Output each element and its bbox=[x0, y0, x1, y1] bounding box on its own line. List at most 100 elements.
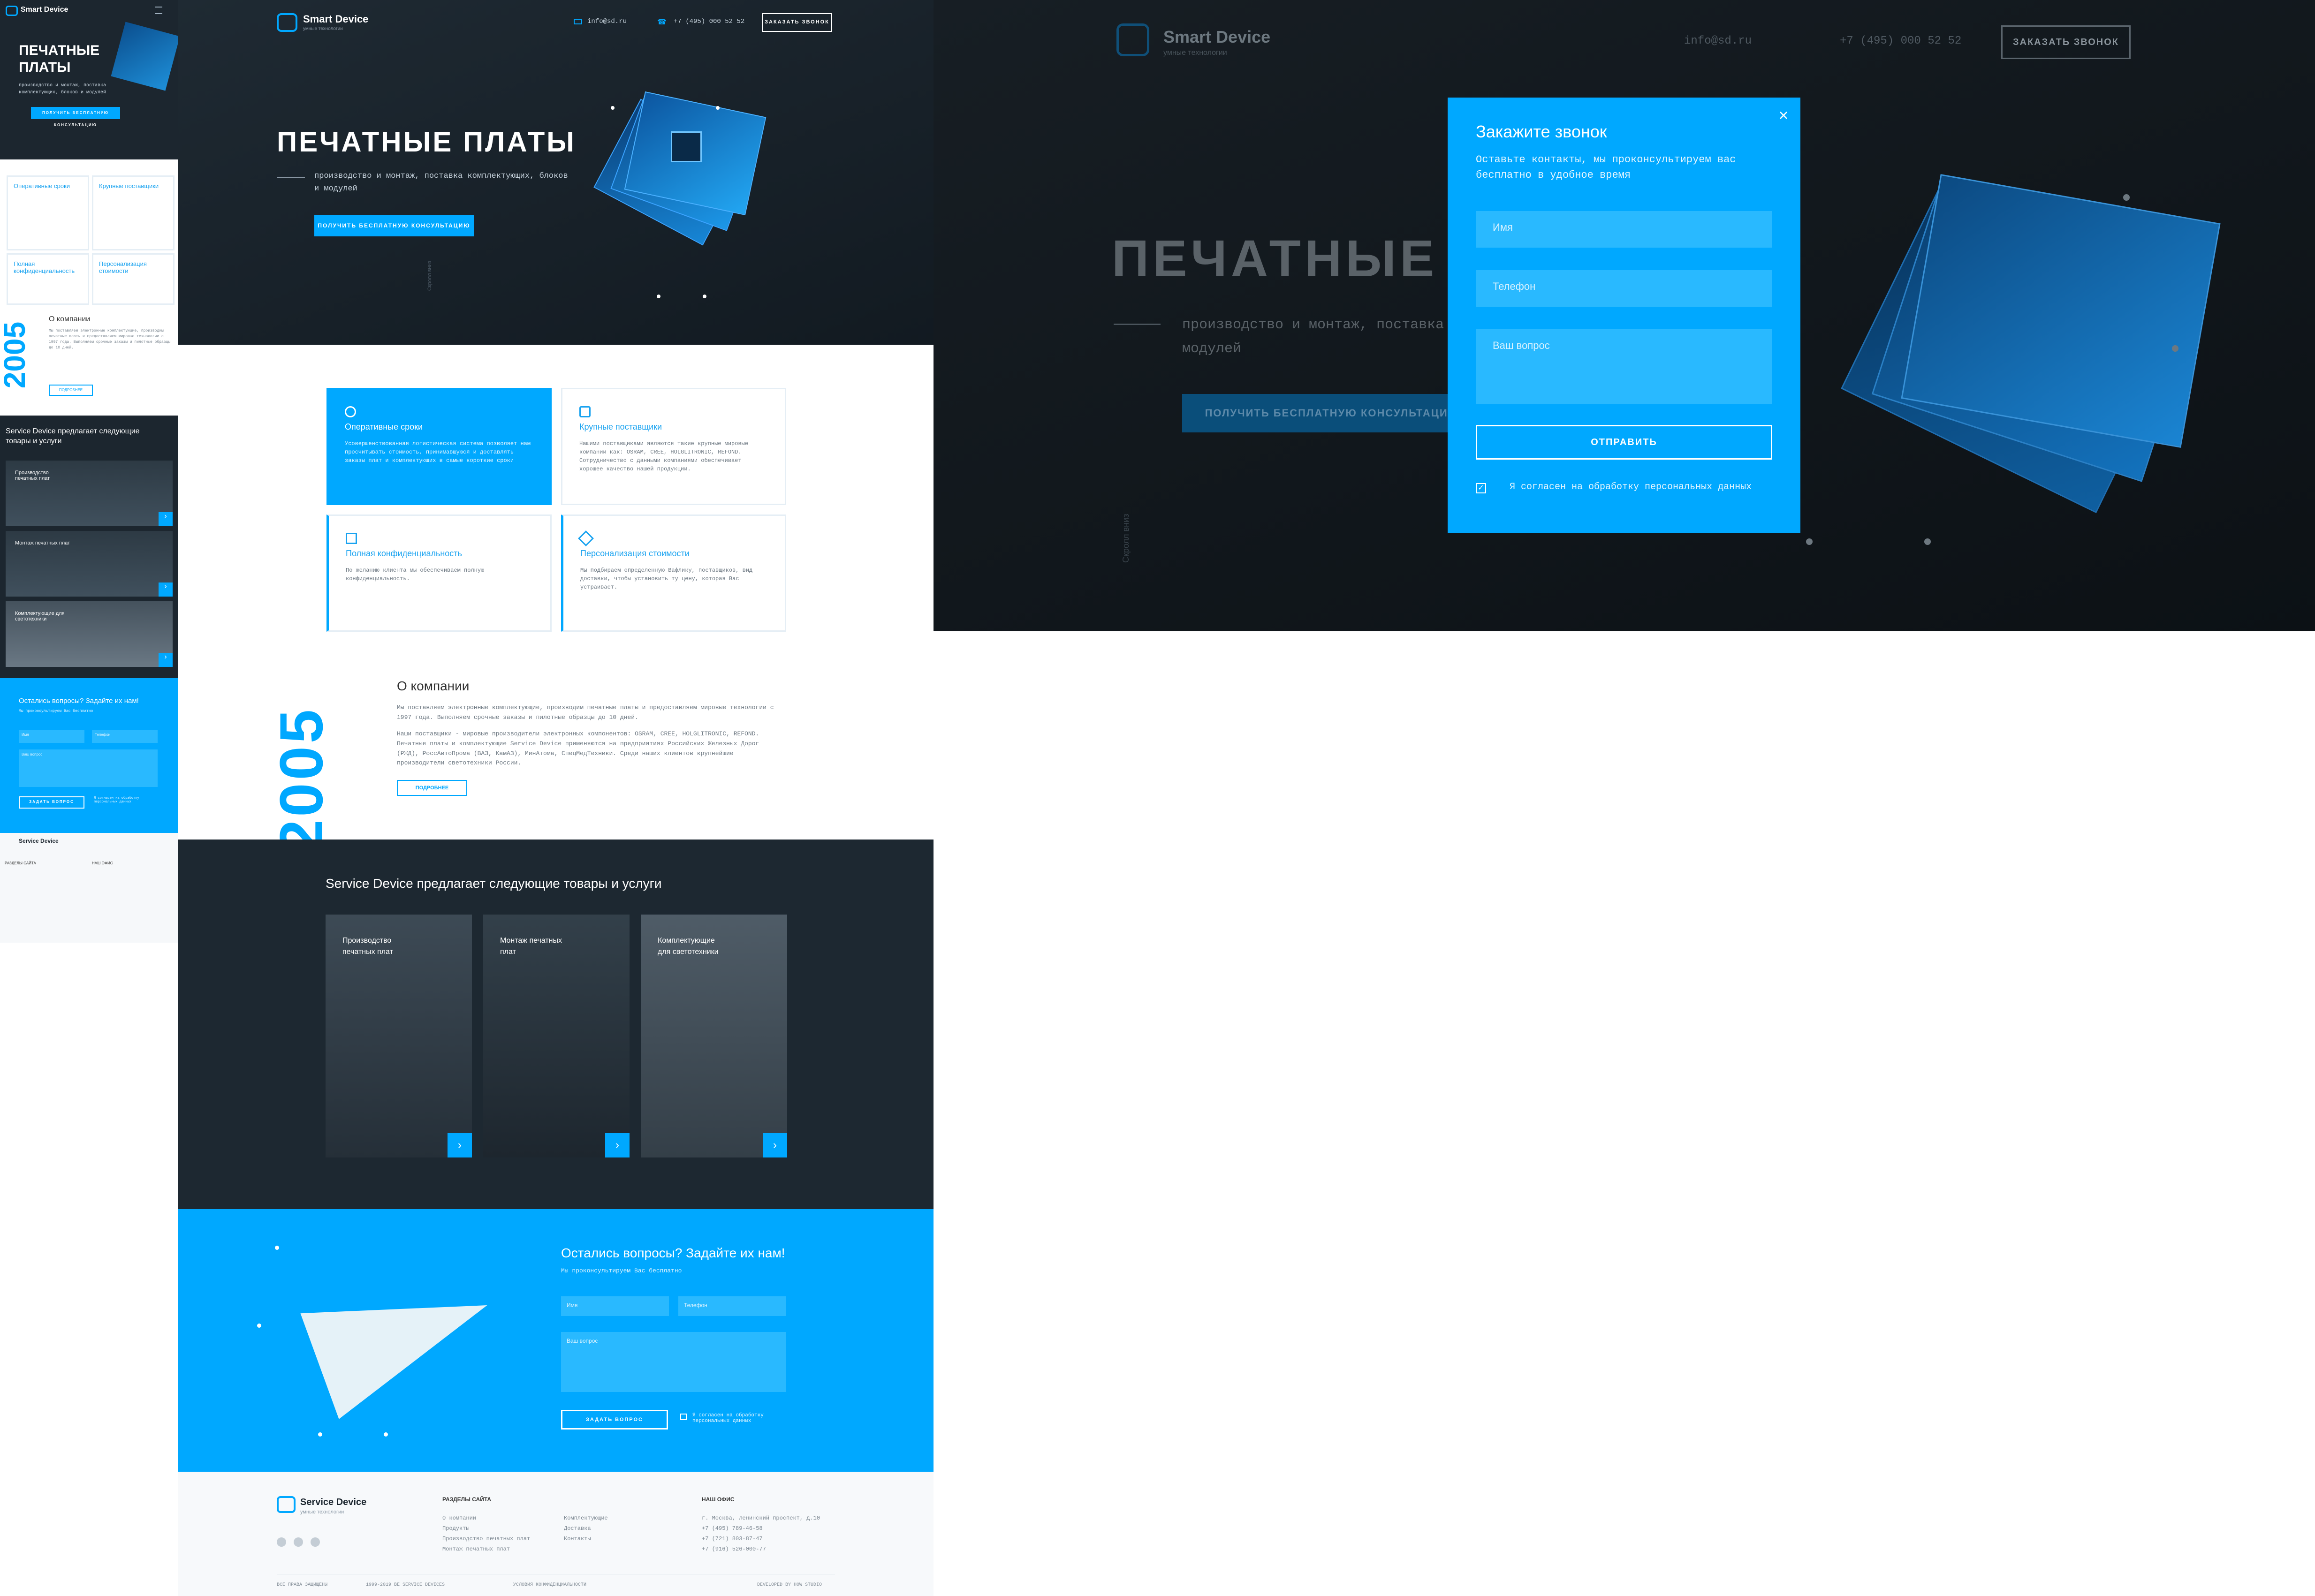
feature-card[interactable]: Персонализация стоимости Мы подбираем оп… bbox=[561, 514, 786, 632]
modal-name-field[interactable]: Имя bbox=[1476, 211, 1772, 248]
mobile-subtitle: производство и монтаж, поставка комплект… bbox=[19, 83, 106, 95]
mobile-menu-icon[interactable] bbox=[155, 7, 162, 14]
modal-submit-button[interactable]: ОТПРАВИТЬ bbox=[1476, 425, 1772, 460]
header-phone[interactable]: +7 (495) 000 52 52 bbox=[674, 18, 744, 25]
submit-question-button[interactable]: ЗАДАТЬ ВОПРОС bbox=[561, 1410, 668, 1430]
mobile-contact: Остались вопросы? Задайте их нам! Мы про… bbox=[0, 678, 178, 833]
mobile-cta-button[interactable]: ПОЛУЧИТЬ БЕСПЛАТНУЮ КОНСУЛЬТАЦИЮ bbox=[31, 107, 120, 127]
product-card[interactable]: Производство печатных плат › bbox=[326, 915, 472, 1157]
mobile-mockup: Smart Device ПЕЧАТНЫЕ ПЛАТЫ производство… bbox=[0, 0, 180, 943]
mobile-feature-title: Персонализация стоимости bbox=[99, 260, 147, 274]
footer-link[interactable]: Монтаж печатных плат bbox=[442, 1546, 510, 1552]
hero-title: ПЕЧАТНЫЕ ПЛАТЫ bbox=[277, 126, 577, 158]
hero-dash bbox=[277, 177, 305, 178]
mobile-about-title: О компании bbox=[49, 315, 91, 323]
modal-bg-logo-icon bbox=[1116, 23, 1149, 56]
consent-checkbox[interactable] bbox=[680, 1414, 687, 1420]
mobile-name-field[interactable]: Имя bbox=[19, 730, 84, 743]
mobile-product-card[interactable]: Монтаж печатных плат › bbox=[6, 531, 173, 597]
paper-plane-image bbox=[300, 1252, 507, 1419]
footer-link[interactable]: Производство печатных плат bbox=[442, 1535, 530, 1542]
modal-question-field[interactable]: Ваш вопрос bbox=[1476, 329, 1772, 404]
footer-link[interactable]: Комплектующие bbox=[564, 1515, 608, 1521]
phone-field[interactable]: Телефон bbox=[678, 1296, 786, 1316]
brand-name[interactable]: Smart Device bbox=[303, 13, 368, 25]
product-card[interactable]: Монтаж печатных плат › bbox=[483, 915, 630, 1157]
hero-cta-button[interactable]: ПОЛУЧИТЬ БЕСПЛАТНУЮ КОНСУЛЬТАЦИЮ bbox=[314, 215, 474, 236]
name-field[interactable]: Имя bbox=[561, 1296, 669, 1316]
mobile-feature-card: Оперативные сроки bbox=[7, 175, 89, 250]
scroll-hint[interactable]: Скролл вниз bbox=[427, 261, 433, 291]
footer-logo-icon[interactable] bbox=[277, 1496, 296, 1513]
modal-bg-pcb-image bbox=[1839, 174, 2252, 516]
footer-link[interactable]: Доставка bbox=[564, 1525, 591, 1532]
modal-subtitle: Оставьте контакты, мы проконсультируем в… bbox=[1476, 154, 1736, 181]
phone-icon: ☎ bbox=[657, 18, 667, 26]
header-email[interactable]: info@sd.ru bbox=[587, 18, 627, 25]
brand-tagline: умные технологии bbox=[303, 26, 343, 31]
mobile-about-more[interactable]: ПОДРОБНЕЕ bbox=[49, 385, 93, 396]
modal-bg-cta: ПОЛУЧИТЬ БЕСПЛАТНУЮ КОНСУЛЬТАЦИЮ bbox=[1182, 394, 1482, 432]
facebook-icon[interactable] bbox=[277, 1537, 286, 1547]
feature-card[interactable]: Полная конфиденциальность По желанию кли… bbox=[326, 514, 552, 632]
about-year: 2005 bbox=[267, 706, 335, 854]
feature-card[interactable]: Крупные поставщики Нашими поставщиками я… bbox=[561, 388, 786, 505]
modal-bg-email: info@sd.ru bbox=[1684, 35, 1752, 47]
footer-link[interactable]: Контакты bbox=[564, 1535, 591, 1542]
product-arrow[interactable]: › bbox=[448, 1133, 472, 1157]
modal-bg-dash bbox=[1114, 324, 1161, 325]
mobile-contact-subtitle: Мы проконсультируем Вас бесплатно bbox=[19, 709, 93, 713]
mobile-product-card[interactable]: Комплектующие для светотехники › bbox=[6, 601, 173, 667]
modal-mockup: Smart Device умные технологии info@sd.ru… bbox=[934, 0, 2315, 631]
footer-phone[interactable]: +7 (721) 803-87-47 bbox=[702, 1535, 763, 1542]
footer-sections-title: РАЗДЕЛЫ САЙТА bbox=[442, 1496, 492, 1503]
products-section: Service Device предлагает следующие това… bbox=[178, 840, 934, 1209]
question-field[interactable]: Ваш вопрос bbox=[561, 1332, 786, 1392]
footer-link[interactable]: Продукты bbox=[442, 1525, 470, 1532]
footer-developer[interactable]: DEVELOPED BY HOW STUDIO bbox=[757, 1582, 822, 1588]
close-icon[interactable]: × bbox=[1776, 107, 1791, 124]
mobile-product-arrow[interactable]: › bbox=[159, 582, 173, 597]
modal-phone-field[interactable]: Телефон bbox=[1476, 270, 1772, 307]
mobile-title: ПЕЧАТНЫЕ ПЛАТЫ bbox=[19, 43, 100, 75]
call-button[interactable]: ЗАКАЗАТЬ ЗВОНОК bbox=[762, 13, 832, 32]
modal-network-dot bbox=[2123, 194, 2130, 201]
logo-icon[interactable] bbox=[277, 13, 297, 32]
footer-phone[interactable]: +7 (916) 526-000-77 bbox=[702, 1546, 766, 1552]
product-arrow[interactable]: › bbox=[605, 1133, 630, 1157]
feature-card[interactable]: Оперативные сроки Усовершенствованная ло… bbox=[326, 388, 552, 505]
product-arrow[interactable]: › bbox=[763, 1133, 787, 1157]
contact-title: Остались вопросы? Задайте их нам! bbox=[561, 1246, 785, 1260]
mobile-phone-field[interactable]: Телефон bbox=[92, 730, 158, 743]
footer-policy[interactable]: УСЛОВИЯ КОНФИДЕНЦИАЛЬНОСТИ bbox=[513, 1582, 586, 1588]
skype-icon[interactable] bbox=[294, 1537, 303, 1547]
mobile-feature-title: Оперативные сроки bbox=[14, 182, 70, 189]
footer-phone[interactable]: +7 (495) 789-46-58 bbox=[702, 1525, 763, 1532]
tag-icon bbox=[578, 530, 594, 546]
mobile-brand: Smart Device bbox=[21, 6, 68, 14]
mobile-footer-office: НАШ ОФИС bbox=[92, 861, 113, 865]
about-more-button[interactable]: ПОДРОБНЕЕ bbox=[397, 780, 467, 796]
about-text-2: Наши поставщики - мировые производители … bbox=[397, 730, 759, 767]
modal-consent-text[interactable]: Я согласен на обработку персональных дан… bbox=[1510, 481, 1753, 493]
products-title: Service Device предлагает следующие това… bbox=[326, 876, 662, 891]
product-label: Монтаж печатных плат bbox=[500, 937, 562, 956]
mobile-product-label: Производство печатных плат bbox=[15, 470, 50, 481]
mobile-consent[interactable]: Я согласен на обработку персональных дан… bbox=[94, 796, 159, 804]
mail-icon bbox=[574, 19, 582, 24]
mobile-product-arrow[interactable]: › bbox=[159, 512, 173, 526]
mobile-submit-button[interactable]: ЗАДАТЬ ВОПРОС bbox=[19, 796, 84, 809]
mobile-product-card[interactable]: Производство печатных плат › bbox=[6, 461, 173, 526]
network-dot bbox=[257, 1324, 261, 1328]
modal-consent-checkbox[interactable]: ✓ bbox=[1476, 483, 1486, 493]
product-card[interactable]: Комплектующие для светотехники › bbox=[641, 915, 787, 1157]
footer-brand[interactable]: Service Device bbox=[300, 1497, 366, 1508]
email-icon[interactable] bbox=[311, 1537, 320, 1547]
mobile-product-arrow[interactable]: › bbox=[159, 653, 173, 667]
mobile-feature-title: Крупные поставщики bbox=[99, 182, 159, 189]
pcb-image bbox=[593, 89, 779, 258]
mobile-question-field[interactable]: Ваш вопрос bbox=[19, 749, 158, 787]
printer-icon bbox=[346, 533, 357, 544]
consent-text[interactable]: Я согласен на обработку персональных дан… bbox=[692, 1413, 786, 1424]
footer-link[interactable]: О компании bbox=[442, 1515, 476, 1521]
